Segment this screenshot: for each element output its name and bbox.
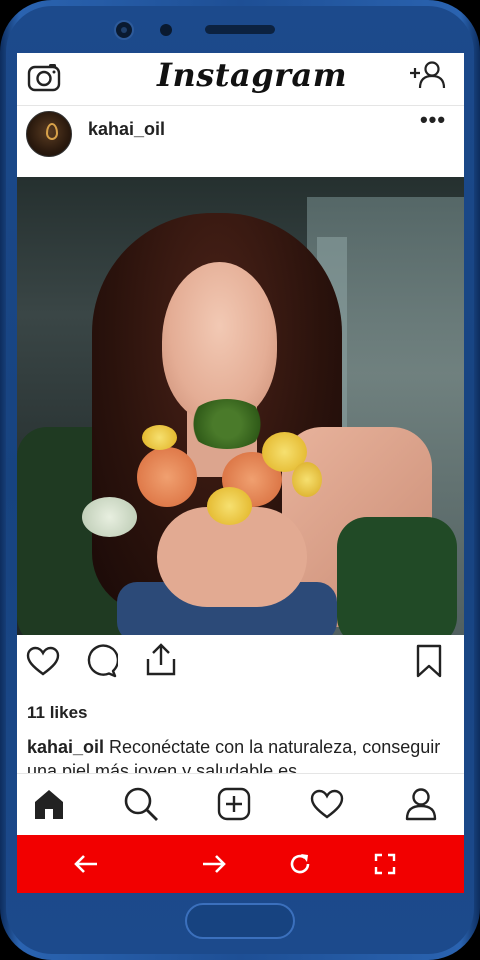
photo-cardigan-right [337, 517, 457, 635]
instagram-topbar: Instagram [17, 53, 464, 106]
back-arrow-icon[interactable] [71, 849, 101, 879]
post-header: kahai_oil ••• [17, 105, 464, 177]
home-key[interactable] [185, 903, 295, 939]
camera-icon[interactable] [25, 58, 63, 96]
photo-flower-orange [137, 447, 197, 507]
fullscreen-icon[interactable] [370, 849, 400, 879]
forward-arrow-icon[interactable] [199, 849, 229, 879]
avatar[interactable] [26, 111, 72, 157]
proximity-sensor [160, 24, 172, 36]
search-icon[interactable] [123, 786, 159, 822]
photo-face [162, 262, 277, 422]
photo-flower-yellow-4 [142, 425, 177, 450]
post-username[interactable]: kahai_oil [88, 119, 165, 140]
heart-icon[interactable] [25, 643, 61, 679]
screen: Instagram kahai_oil ••• 11 likes kahai_o… [17, 53, 464, 893]
reload-icon[interactable] [285, 849, 315, 879]
bottom-navigation [17, 773, 464, 834]
post-caption: kahai_oil Reconéctate con la naturaleza,… [27, 735, 457, 775]
add-user-icon[interactable] [407, 57, 447, 93]
post-photo[interactable] [17, 177, 464, 635]
add-post-icon[interactable] [216, 786, 252, 822]
photo-green-berries [187, 399, 267, 449]
post-actions [17, 635, 464, 685]
earpiece-speaker [205, 25, 275, 34]
photo-white-flowers [82, 497, 137, 537]
likes-count[interactable]: 11 likes [27, 703, 88, 723]
bookmark-icon[interactable] [411, 643, 447, 679]
share-icon[interactable] [143, 641, 179, 679]
front-camera [114, 20, 134, 40]
browser-control-bar [17, 835, 464, 893]
comment-icon[interactable] [83, 643, 119, 679]
photo-flower-yellow-3 [292, 462, 322, 497]
home-icon[interactable] [31, 786, 67, 822]
profile-icon[interactable] [403, 786, 439, 822]
more-options-button[interactable]: ••• [417, 109, 449, 135]
activity-heart-icon[interactable] [309, 786, 345, 822]
instagram-logo: Instagram [157, 56, 348, 94]
caption-username[interactable]: kahai_oil [27, 737, 104, 757]
photo-flower-yellow-2 [207, 487, 252, 525]
